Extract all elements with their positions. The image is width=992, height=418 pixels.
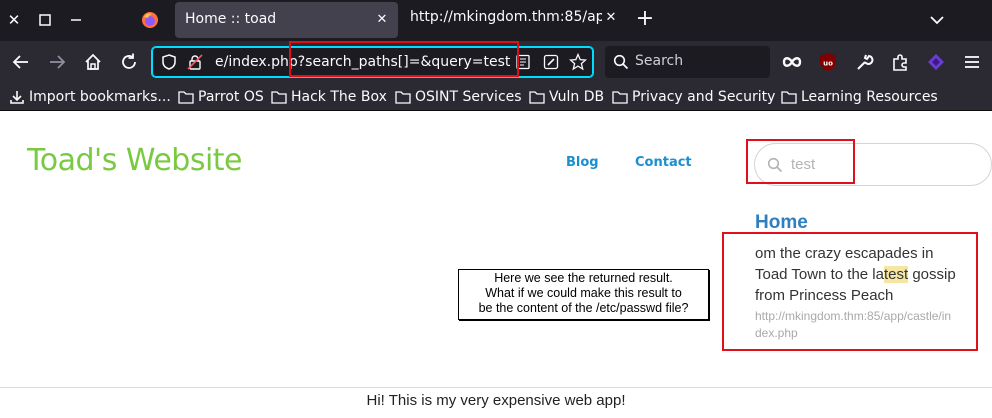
folder-icon: [612, 91, 628, 104]
bookmark-label: Hack The Box: [291, 89, 387, 105]
tab-close-icon[interactable]: ✕: [603, 9, 619, 27]
page-edit-icon[interactable]: [543, 54, 559, 74]
bookmark-folder-parrot-os[interactable]: Parrot OS: [178, 87, 264, 107]
bookmark-folder-learning-resources[interactable]: Learning Resources: [781, 87, 938, 107]
bookmarks-toolbar: Import bookmarks... Parrot OS Hack The B…: [0, 82, 992, 111]
folder-icon: [178, 91, 194, 104]
ublock-origin-icon[interactable]: uo: [818, 52, 838, 72]
footer-divider: [0, 387, 992, 388]
tab-close-icon[interactable]: ✕: [374, 11, 390, 29]
tab-title: http://mkingdom.thm:85/app: [410, 9, 602, 25]
firefox-menu-icon[interactable]: [141, 11, 159, 29]
bookmark-label: Privacy and Security: [632, 89, 776, 105]
bookmark-folder-hack-the-box[interactable]: Hack The Box: [271, 87, 387, 107]
folder-icon: [271, 91, 287, 104]
url-query-highlight-box: [289, 41, 519, 77]
hamburger-menu-icon[interactable]: [962, 52, 982, 72]
wrench-icon[interactable]: [854, 52, 874, 72]
home-icon[interactable]: [82, 51, 104, 73]
bookmark-star-icon[interactable]: [568, 52, 588, 75]
search-placeholder: Search: [635, 53, 684, 69]
close-window-icon[interactable]: ✕: [5, 11, 23, 29]
bookmark-folder-privacy-security[interactable]: Privacy and Security: [612, 87, 775, 107]
extensions-puzzle-icon[interactable]: [890, 52, 910, 72]
annotation-line: What if we could make this result to: [485, 286, 682, 300]
folder-icon: [395, 91, 411, 104]
annotation-line: Here we see the returned result.: [494, 271, 673, 285]
reload-icon[interactable]: [118, 51, 140, 73]
bookmark-folder-osint-services[interactable]: OSINT Services: [395, 87, 522, 107]
folder-icon: [781, 91, 797, 104]
forward-arrow-icon[interactable]: [46, 51, 68, 73]
result-highlight-box: [722, 232, 978, 351]
bookmark-label: Parrot OS: [198, 89, 264, 105]
new-tab-plus-icon[interactable]: +: [634, 7, 656, 31]
nav-link-contact[interactable]: Contact: [635, 155, 692, 170]
nav-link-blog[interactable]: Blog: [566, 155, 599, 170]
search-icon: [613, 54, 629, 74]
navigation-toolbar: e/index.php?search_paths[]=&query=test S…: [0, 41, 992, 82]
bookmark-label: Learning Resources: [801, 89, 938, 105]
bookmark-label: Import bookmarks...: [29, 89, 171, 105]
purple-extension-icon[interactable]: [926, 52, 946, 72]
tab-home-toad[interactable]: Home :: toad ✕: [175, 2, 398, 38]
site-title[interactable]: Toad's Website: [27, 143, 243, 178]
tab-bar: ✕ Home :: toad ✕ http://mkingdom.thm:85/…: [0, 0, 992, 41]
footer-text: Hi! This is my very expensive web app!: [366, 392, 626, 409]
annotation-callout: Here we see the returned result. What if…: [458, 269, 709, 320]
bookmark-label: OSINT Services: [415, 89, 522, 105]
insecure-lock-icon[interactable]: [187, 54, 203, 74]
import-icon: [10, 91, 24, 104]
folder-icon: [529, 91, 545, 104]
annotation-line: be the content of the /etc/passwd file?: [478, 301, 689, 315]
tab-list-chevron-down-icon[interactable]: [926, 10, 948, 30]
bookmark-label: Vuln DB: [549, 89, 605, 105]
search-bar[interactable]: Search: [605, 46, 770, 78]
shield-icon[interactable]: [161, 54, 177, 74]
result-heading[interactable]: Home: [755, 212, 808, 234]
svg-text:uo: uo: [823, 60, 833, 68]
bookmark-folder-vuln-db[interactable]: Vuln DB: [529, 87, 604, 107]
minimize-window-icon[interactable]: [67, 11, 85, 29]
bookmark-import[interactable]: Import bookmarks...: [9, 87, 171, 107]
tab-title: Home :: toad: [185, 11, 277, 27]
infinity-extension-icon[interactable]: [782, 52, 802, 72]
maximize-window-icon[interactable]: [36, 11, 54, 29]
search-highlight-box: [746, 139, 855, 184]
url-text-path: e/index.php: [215, 54, 298, 70]
back-arrow-icon[interactable]: [10, 51, 32, 73]
